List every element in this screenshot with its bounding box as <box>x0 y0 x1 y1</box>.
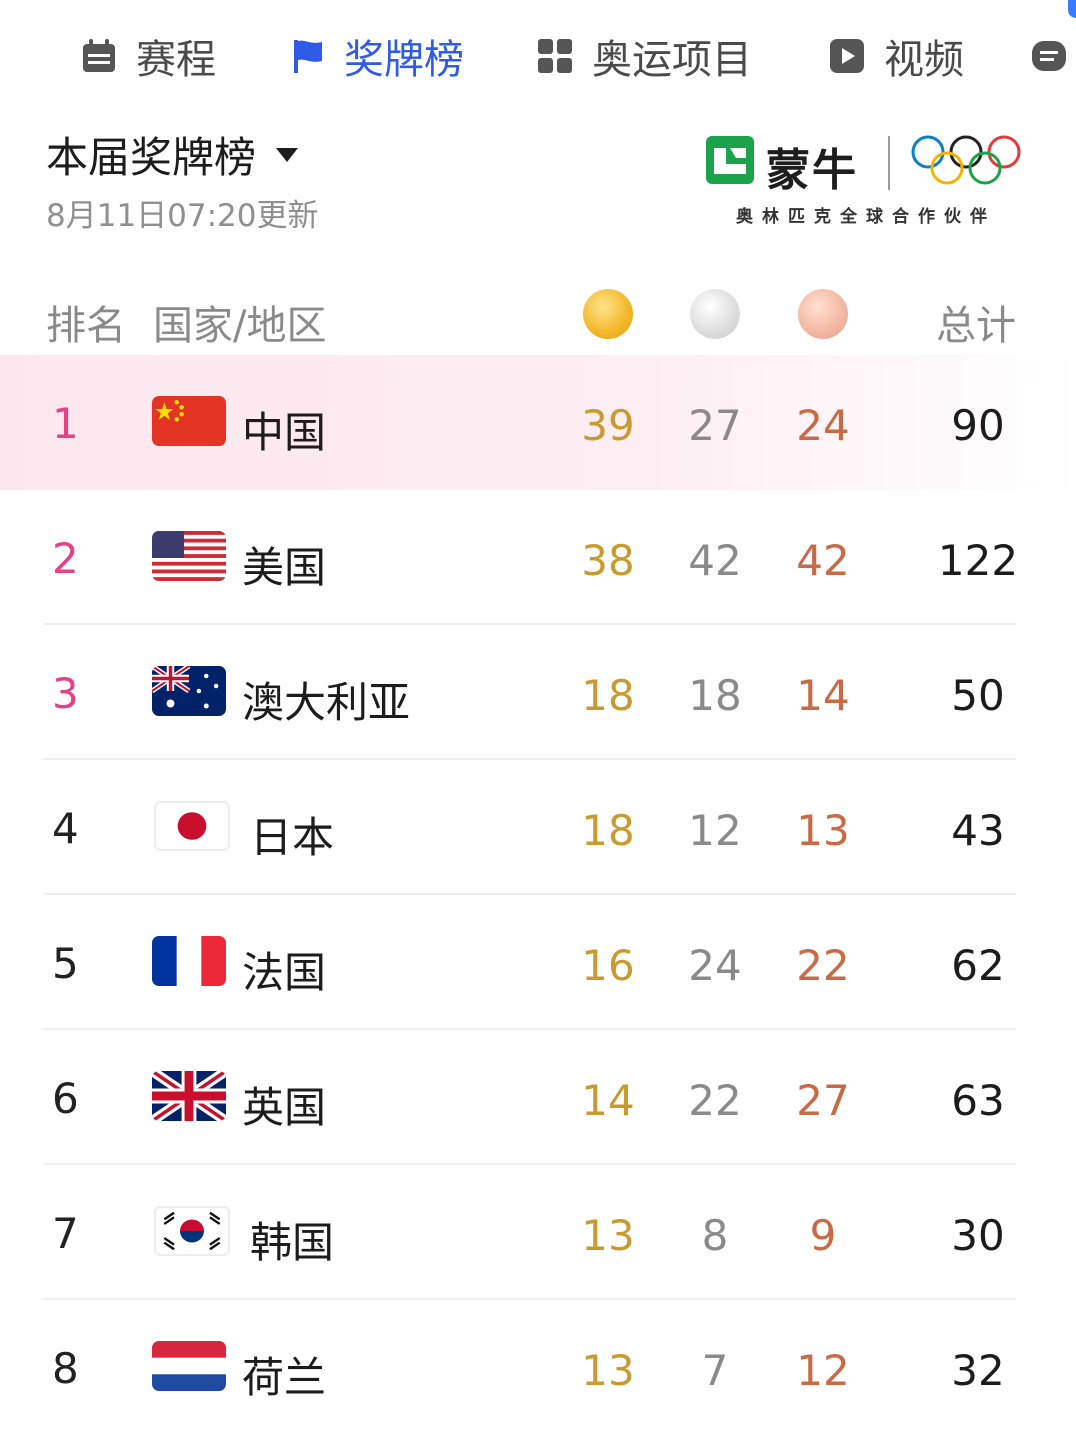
silver-count: 24 <box>688 941 742 990</box>
total-count: 43 <box>951 806 1005 855</box>
sponsor-divider <box>888 136 890 190</box>
silver-count: 27 <box>688 401 742 450</box>
bronze-count: 42 <box>796 536 850 585</box>
rank-cell: 7 <box>52 1209 79 1258</box>
bronze-medal-icon <box>798 289 848 339</box>
play-icon <box>828 37 866 75</box>
country-name: 荷兰 <box>242 1353 327 1402</box>
table-row[interactable]: 8 荷兰 13 7 12 32 <box>0 1300 1076 1432</box>
tab-schedule[interactable]: 赛程 <box>80 26 216 86</box>
table-header: 排名 国家/地区 总计 <box>0 285 1076 355</box>
country-name: 日本 <box>250 813 335 862</box>
gold-count: 16 <box>581 941 635 990</box>
tab-video-label: 视频 <box>884 37 964 83</box>
olympic-rings-icon <box>908 132 1024 192</box>
calendar-icon <box>80 37 118 75</box>
france-flag-icon <box>152 936 226 986</box>
table-row[interactable]: 3 澳大利亚 18 18 14 50 <box>0 625 1076 760</box>
corner-accent <box>1068 0 1076 18</box>
medal-table: 1 中国 39 27 24 90 2 美国 38 42 42 122 3 澳大利… <box>0 355 1076 1432</box>
grid-icon <box>536 37 574 75</box>
tab-medal-table[interactable]: 奖牌榜 <box>288 26 464 86</box>
bronze-count: 9 <box>809 1211 837 1260</box>
total-count: 32 <box>951 1346 1005 1395</box>
total-count: 63 <box>951 1076 1005 1125</box>
netherlands-flag-icon <box>152 1341 226 1391</box>
korea-flag-icon <box>154 1206 230 1256</box>
rank-cell: 1 <box>52 399 79 448</box>
gold-count: 18 <box>581 671 635 720</box>
bronze-count: 14 <box>796 671 850 720</box>
total-count: 30 <box>951 1211 1005 1260</box>
country-name: 美国 <box>242 543 327 592</box>
gold-count: 39 <box>581 401 635 450</box>
country-name: 韩国 <box>250 1218 335 1267</box>
country-name: 中国 <box>242 408 327 457</box>
column-total: 总计 <box>936 303 1016 349</box>
rank-cell: 4 <box>52 804 79 853</box>
silver-count: 42 <box>688 536 742 585</box>
silver-count: 7 <box>701 1346 729 1395</box>
silver-medal-icon <box>690 289 740 339</box>
total-count: 122 <box>937 536 1019 585</box>
table-row[interactable]: 1 中国 39 27 24 90 <box>0 355 1076 490</box>
gold-count: 38 <box>581 536 635 585</box>
update-timestamp: 8月11日07:20更新 <box>46 198 319 234</box>
gold-count: 13 <box>581 1346 635 1395</box>
tab-medal-table-label: 奖牌榜 <box>344 37 464 83</box>
silver-count: 22 <box>688 1076 742 1125</box>
total-count: 90 <box>951 401 1005 450</box>
bronze-count: 12 <box>796 1346 850 1395</box>
china-flag-icon <box>152 396 226 446</box>
rank-cell: 3 <box>52 669 79 718</box>
bronze-count: 13 <box>796 806 850 855</box>
table-row[interactable]: 7 韩国 13 8 9 30 <box>0 1165 1076 1300</box>
tab-video[interactable]: 视频 <box>828 26 964 86</box>
country-name: 法国 <box>242 948 327 997</box>
column-country: 国家/地区 <box>153 303 327 349</box>
japan-flag-icon <box>154 801 230 851</box>
gold-count: 13 <box>581 1211 635 1260</box>
bronze-count: 24 <box>796 401 850 450</box>
medal-table-title-dropdown[interactable]: 本届奖牌榜 <box>46 124 299 185</box>
mengniu-logo-icon <box>704 134 756 186</box>
sponsor-partner-text: 奥林匹克全球合作伙伴 <box>736 207 996 227</box>
gold-medal-icon <box>583 289 633 339</box>
sponsor-brand: 蒙牛 <box>766 145 858 196</box>
document-icon <box>1030 37 1068 75</box>
rank-cell: 2 <box>52 534 79 583</box>
rank-cell: 8 <box>52 1344 79 1393</box>
column-rank: 排名 <box>46 303 126 349</box>
country-name: 英国 <box>242 1083 327 1132</box>
total-count: 62 <box>951 941 1005 990</box>
country-name: 澳大利亚 <box>242 678 411 727</box>
silver-count: 18 <box>688 671 742 720</box>
table-row[interactable]: 5 法国 16 24 22 62 <box>0 895 1076 1030</box>
bronze-count: 22 <box>796 941 850 990</box>
total-count: 50 <box>951 671 1005 720</box>
silver-count: 8 <box>701 1211 729 1260</box>
rank-cell: 5 <box>52 939 79 988</box>
rank-cell: 6 <box>52 1074 79 1123</box>
tab-olympic-sports-label: 奥运项目 <box>592 37 752 83</box>
tab-olympic-sports[interactable]: 奥运项目 <box>536 26 752 86</box>
table-row[interactable]: 6 英国 14 22 27 63 <box>0 1030 1076 1165</box>
flag-icon <box>288 37 326 75</box>
table-row[interactable]: 4 日本 18 12 13 43 <box>0 760 1076 895</box>
tab-more-partial[interactable] <box>1030 26 1076 86</box>
bronze-count: 27 <box>796 1076 850 1125</box>
uk-flag-icon <box>152 1071 226 1121</box>
australia-flag-icon <box>152 666 226 716</box>
caret-down-icon <box>276 147 299 162</box>
silver-count: 12 <box>688 806 742 855</box>
gold-count: 18 <box>581 806 635 855</box>
sponsor-banner: 蒙牛 奥林匹克全球合作伙伴 <box>704 128 1034 228</box>
page-title: 本届奖牌榜 <box>46 133 257 182</box>
gold-count: 14 <box>581 1076 635 1125</box>
top-tab-bar: 赛程 奖牌榜 奥运项目 视频 <box>0 0 1076 110</box>
usa-flag-icon <box>152 531 226 581</box>
tab-schedule-label: 赛程 <box>136 37 216 83</box>
table-row[interactable]: 2 美国 38 42 42 122 <box>0 490 1076 625</box>
